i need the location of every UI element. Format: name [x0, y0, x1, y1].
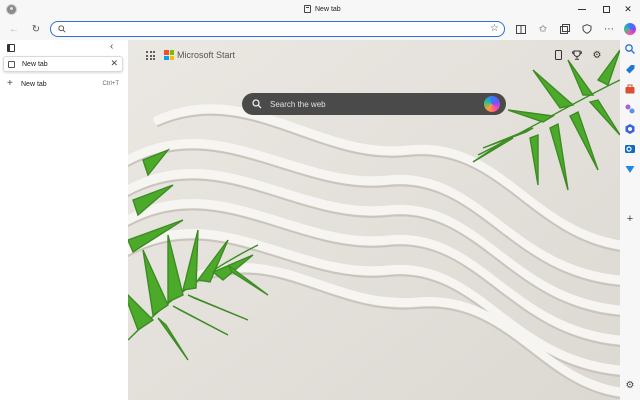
search-input[interactable] [270, 97, 470, 111]
window-title: New tab [304, 5, 341, 13]
favorites-icon: ✩ [538, 23, 548, 35]
add-icon[interactable]: + [624, 213, 636, 225]
tab-actions-icon[interactable] [7, 44, 15, 52]
tab-pane-header: ‹ [0, 40, 128, 56]
microsoft-logo [164, 50, 174, 60]
address-input[interactable] [71, 23, 481, 35]
vertical-tabs-pane: ‹ New tab ✕ + New tab Ctrl+T [0, 40, 128, 400]
phone-icon [554, 50, 562, 60]
settings-gear-icon: ⚙ [592, 49, 602, 61]
search-icon [252, 99, 262, 109]
minimize-button[interactable] [575, 2, 589, 16]
search-icon[interactable] [624, 43, 636, 55]
copilot-icon[interactable] [484, 96, 500, 112]
outlook-icon[interactable] [624, 143, 636, 155]
collections-button[interactable] [557, 21, 573, 37]
shopping-icon[interactable] [624, 63, 636, 75]
tools-icon[interactable] [624, 83, 636, 95]
profile-avatar[interactable] [6, 4, 17, 15]
minimize-icon [578, 8, 586, 10]
rewards-trophy-icon [572, 50, 582, 60]
web-search-box[interactable] [242, 93, 506, 115]
split-screen-icon [516, 24, 526, 34]
new-tab-page: Microsoft Start ⚙ [128, 40, 620, 400]
apps-grid-icon[interactable] [146, 51, 155, 60]
edge-sidebar: + ⚙ [620, 19, 640, 400]
window-title-text: New tab [315, 5, 341, 13]
rewards-button[interactable] [570, 48, 584, 62]
search-icon [58, 25, 66, 33]
phone-button[interactable] [551, 48, 565, 62]
back-button[interactable]: ← [6, 21, 22, 37]
new-tab-shortcut: Ctrl+T [102, 81, 120, 87]
browser-essentials-button[interactable] [579, 21, 595, 37]
favorite-star-icon[interactable]: ☆ [490, 23, 499, 34]
microsoft-365-icon[interactable] [624, 123, 636, 135]
tab-page-icon [8, 61, 15, 68]
collapse-pane-icon[interactable]: ‹ [110, 41, 113, 52]
more-icon: ⋯ [604, 23, 614, 35]
favorites-button[interactable]: ✩ [535, 21, 551, 37]
page-settings-button[interactable]: ⚙ [590, 48, 604, 62]
navigation-toolbar: ← ↻ ☆ ✩ ⋯ [0, 19, 640, 40]
tab-label: New tab [22, 61, 48, 68]
split-screen-button[interactable] [513, 21, 529, 37]
maximize-icon [602, 5, 610, 13]
new-tab-button[interactable]: + New tab Ctrl+T [3, 78, 123, 92]
close-icon: ✕ [624, 3, 632, 14]
refresh-icon: ↻ [31, 23, 41, 35]
brand-title: Microsoft Start [177, 50, 236, 60]
copilot-icon[interactable] [624, 23, 636, 35]
plus-icon: + [7, 78, 13, 89]
new-tab-label: New tab [21, 81, 47, 88]
close-tab-icon[interactable]: ✕ [110, 58, 118, 69]
games-icon[interactable] [624, 103, 636, 115]
maximize-button[interactable] [599, 2, 613, 16]
close-window-button[interactable]: ✕ [621, 2, 635, 16]
more-options-button[interactable]: ⋯ [601, 21, 617, 37]
sidebar-settings-icon[interactable]: ⚙ [624, 380, 636, 392]
tab-new-tab[interactable]: New tab ✕ [3, 56, 123, 72]
tab-page-icon [304, 5, 311, 13]
browser-essentials-icon [582, 24, 592, 34]
address-bar[interactable]: ☆ [50, 21, 505, 37]
refresh-button[interactable]: ↻ [28, 21, 44, 37]
title-bar: New tab ✕ [0, 0, 640, 19]
collections-icon [560, 24, 570, 34]
drop-icon[interactable] [624, 163, 636, 175]
back-arrow-icon: ← [9, 23, 19, 35]
